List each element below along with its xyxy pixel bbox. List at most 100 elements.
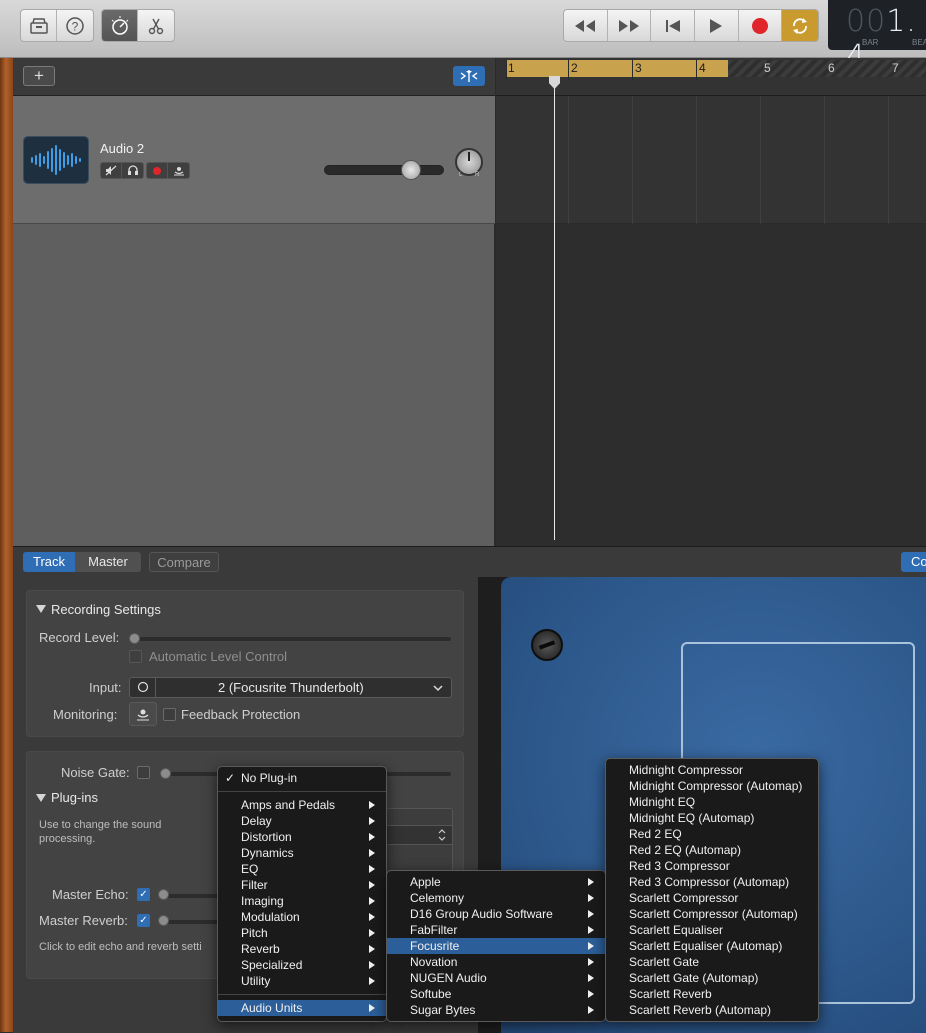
master-reverb-checkbox[interactable]: ✓ — [137, 914, 150, 927]
tab-master[interactable]: Master — [75, 552, 141, 572]
plugins-title[interactable]: Plug-ins — [51, 790, 98, 805]
disclosure-triangle-icon[interactable] — [36, 605, 46, 613]
monitoring-button[interactable] — [129, 702, 157, 726]
menu-item-apple[interactable]: Apple — [387, 874, 605, 890]
record-level-knob[interactable] — [129, 633, 140, 644]
menu-item-label: Midnight EQ (Automap) — [629, 811, 755, 825]
menu-item-plugin[interactable]: Scarlett Reverb — [606, 986, 818, 1002]
add-track-button[interactable]: + — [23, 66, 55, 86]
menu-item-d16-group[interactable]: D16 Group Audio Software — [387, 906, 605, 922]
ruler[interactable]: 1 2 3 4 5 6 7 — [496, 58, 926, 96]
menu-item-audio-units[interactable]: Audio Units — [218, 1000, 386, 1016]
menu-item-softube[interactable]: Softube — [387, 986, 605, 1002]
menu-item-utility[interactable]: Utility — [218, 973, 386, 989]
noise-gate-knob[interactable] — [160, 768, 171, 779]
submenu-arrow-icon — [369, 945, 375, 953]
track-header-audio-2[interactable]: Audio 2 L R — [13, 96, 495, 224]
svg-text:?: ? — [72, 19, 79, 33]
master-echo-label: Master Echo: — [52, 887, 129, 902]
menu-item-fabfilter[interactable]: FabFilter — [387, 922, 605, 938]
noise-gate-label: Noise Gate: — [61, 765, 130, 780]
menu-item-plugin[interactable]: Midnight Compressor — [606, 762, 818, 778]
menu-item-distortion[interactable]: Distortion — [218, 829, 386, 845]
recording-settings-title[interactable]: Recording Settings — [51, 602, 161, 617]
menu-item-plugin[interactable]: Midnight Compressor (Automap) — [606, 778, 818, 794]
lcd-display[interactable]: 001. 4 BAR BEA — [828, 0, 926, 74]
master-reverb-knob[interactable] — [158, 915, 169, 926]
menu-item-sugar-bytes[interactable]: Sugar Bytes — [387, 1002, 605, 1018]
record-level-slider[interactable] — [135, 637, 451, 641]
menu-item-novation[interactable]: Novation — [387, 954, 605, 970]
menu-item-pitch[interactable]: Pitch — [218, 925, 386, 941]
menu-item-plugin[interactable]: Scarlett Gate — [606, 954, 818, 970]
master-reverb-slider[interactable] — [165, 920, 225, 924]
automatic-level-checkbox[interactable] — [129, 650, 142, 663]
menu-item-filter[interactable]: Filter — [218, 877, 386, 893]
volume-slider-knob[interactable] — [401, 160, 421, 180]
menu-item-plugin[interactable]: Scarlett Equaliser — [606, 922, 818, 938]
fast-forward-button[interactable] — [608, 10, 652, 41]
menu-item-plugin[interactable]: Red 3 Compressor (Automap) — [606, 874, 818, 890]
master-echo-knob[interactable] — [158, 889, 169, 900]
menu-item-eq[interactable]: EQ — [218, 861, 386, 877]
mute-button[interactable] — [101, 163, 122, 178]
go-to-beginning-button[interactable] — [651, 10, 695, 41]
menu-item-label: Midnight EQ — [629, 795, 696, 809]
solo-button[interactable] — [122, 163, 143, 178]
catch-playhead-button[interactable] — [453, 66, 485, 86]
cycle-region[interactable] — [506, 60, 728, 77]
mono-circle-icon — [137, 681, 149, 693]
volume-slider[interactable] — [324, 165, 444, 175]
playhead-line[interactable] — [554, 80, 555, 540]
menu-item-label: Softube — [410, 987, 452, 1001]
menu-item-plugin[interactable]: Scarlett Compressor — [606, 890, 818, 906]
menu-item-nugen-audio[interactable]: NUGEN Audio — [387, 970, 605, 986]
menu-item-no-plugin[interactable]: ✓ No Plug-in — [218, 770, 386, 786]
menu-item-imaging[interactable]: Imaging — [218, 893, 386, 909]
menu-item-plugin[interactable]: Scarlett Equaliser (Automap) — [606, 938, 818, 954]
help-button[interactable]: ? — [57, 10, 93, 41]
controls-button[interactable]: Co — [901, 552, 926, 572]
menu-item-focusrite[interactable]: Focusrite — [387, 938, 605, 954]
menu-item-modulation[interactable]: Modulation — [218, 909, 386, 925]
input-monitoring-button[interactable] — [168, 163, 189, 178]
menu-item-celemony[interactable]: Celemony — [387, 890, 605, 906]
menu-item-plugin[interactable]: Scarlett Compressor (Automap) — [606, 906, 818, 922]
play-button[interactable] — [695, 10, 739, 41]
menu-item-plugin[interactable]: Midnight EQ — [606, 794, 818, 810]
noise-gate-checkbox[interactable] — [137, 766, 150, 779]
input-select[interactable]: 2 (Focusrite Thunderbolt) — [129, 677, 452, 698]
menu-item-plugin[interactable]: Midnight EQ (Automap) — [606, 810, 818, 826]
menu-item-specialized[interactable]: Specialized — [218, 957, 386, 973]
menu-item-label: Red 3 Compressor — [629, 859, 730, 873]
cycle-button[interactable] — [782, 10, 818, 41]
input-format-button[interactable] — [130, 678, 156, 697]
track-lane-audio-2[interactable] — [496, 96, 926, 224]
track-name[interactable]: Audio 2 — [100, 141, 144, 156]
tab-track[interactable]: Track — [23, 552, 75, 572]
menu-item-plugin[interactable]: Scarlett Reverb (Automap) — [606, 1002, 818, 1018]
compare-button[interactable]: Compare — [149, 552, 219, 572]
menu-item-plugin[interactable]: Red 2 EQ (Automap) — [606, 842, 818, 858]
library-button[interactable] — [21, 10, 57, 41]
record-enable-button[interactable] — [147, 163, 168, 178]
master-echo-slider[interactable] — [165, 894, 225, 898]
rewind-button[interactable] — [564, 10, 608, 41]
smart-controls-tabs: Track Master Compare Co — [13, 547, 926, 577]
disclosure-triangle-icon[interactable] — [36, 794, 46, 802]
record-button[interactable] — [739, 10, 783, 41]
menu-item-plugin[interactable]: Red 3 Compressor — [606, 858, 818, 874]
menu-item-label: Apple — [410, 875, 441, 889]
editors-button[interactable] — [138, 10, 174, 41]
master-echo-checkbox[interactable]: ✓ — [137, 888, 150, 901]
rewind-icon — [575, 19, 596, 32]
menu-item-delay[interactable]: Delay — [218, 813, 386, 829]
menu-item-plugin[interactable]: Scarlett Gate (Automap) — [606, 970, 818, 986]
smart-controls-button[interactable] — [102, 10, 138, 41]
menu-item-plugin[interactable]: Red 2 EQ — [606, 826, 818, 842]
menu-item-reverb[interactable]: Reverb — [218, 941, 386, 957]
menu-item-dynamics[interactable]: Dynamics — [218, 845, 386, 861]
menu-item-amps-and-pedals[interactable]: Amps and Pedals — [218, 797, 386, 813]
feedback-protection-checkbox[interactable] — [163, 708, 176, 721]
grid-line — [696, 96, 697, 224]
